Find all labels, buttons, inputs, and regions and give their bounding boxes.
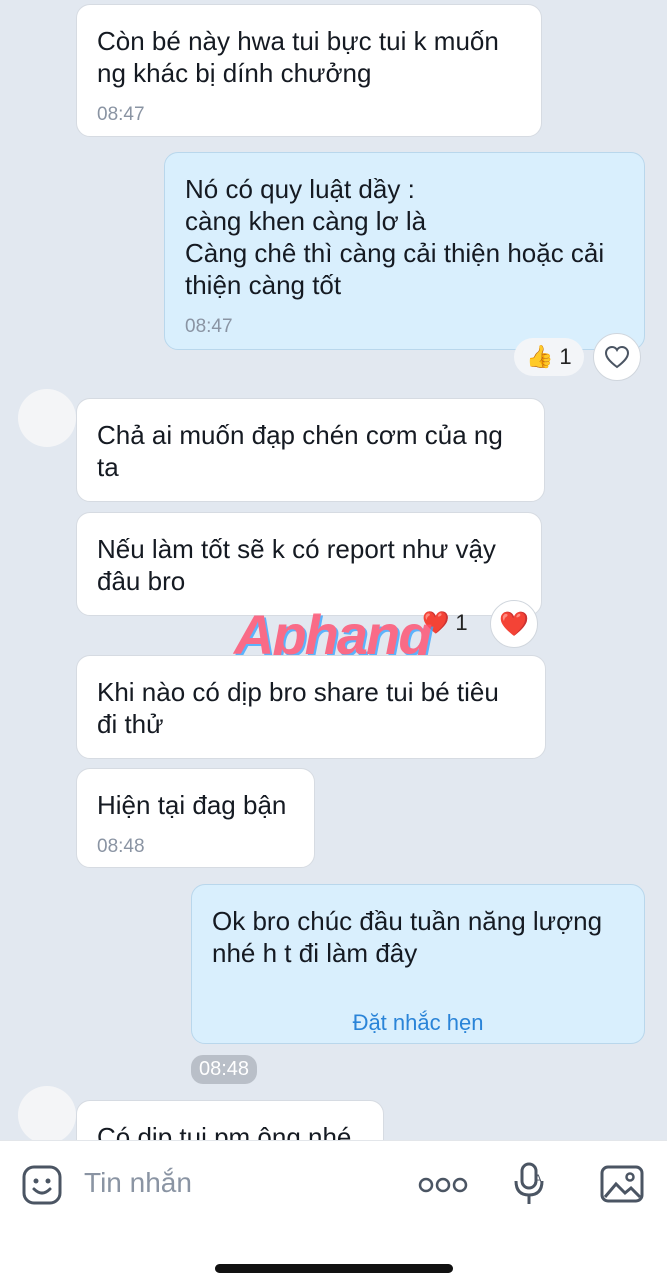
composer-bar (0, 1140, 667, 1281)
message-text: Hiện tại đag bận (97, 790, 287, 820)
image-icon[interactable] (598, 1162, 646, 1206)
message-thread[interactable]: Còn bé này hwa tui bực tui k muốn ng khá… (0, 0, 667, 1140)
svg-text:A: A (534, 1172, 542, 1186)
thumbs-up-icon: 👍 (526, 344, 554, 369)
message-text: Nó có quy luật dầy : càng khen càng lơ l… (185, 174, 605, 300)
message-bubble[interactable]: Còn bé này hwa tui bực tui k muốn ng khá… (76, 4, 542, 137)
react-button[interactable] (593, 333, 641, 381)
heart-outline-icon (604, 345, 630, 369)
avatar[interactable] (18, 389, 76, 447)
message-text: Còn bé này hwa tui bực tui k muốn ng khá… (97, 26, 499, 88)
sticker-icon[interactable] (20, 1163, 64, 1207)
message-input[interactable]: Tin nhắn (84, 1167, 192, 1199)
react-button[interactable]: ❤️ (490, 600, 538, 648)
reaction-count: 1 (455, 610, 468, 635)
avatar[interactable] (18, 1086, 76, 1140)
voice-to-text-icon[interactable]: A (510, 1160, 550, 1208)
message-time: 08:48 (97, 836, 145, 857)
message-text: Khi nào có dịp bro share tui bé tiêu đi … (97, 677, 499, 739)
reaction-summary[interactable]: 👍 1 (514, 338, 584, 376)
message-time: 08:47 (97, 104, 145, 125)
message-bubble[interactable]: Hiện tại đag bận 08:48 (76, 768, 315, 868)
message-bubble[interactable]: Nếu làm tốt sẽ k có report như vậy đâu b… (76, 512, 542, 616)
time-chip: 08:48 (191, 1055, 258, 1084)
message-bubble[interactable]: Nó có quy luật dầy : càng khen càng lơ l… (164, 152, 645, 350)
message-text: Ok bro chúc đầu tuần năng lượng nhé h t … (212, 906, 603, 968)
heart-icon: ❤️ (499, 610, 529, 638)
home-indicator (215, 1264, 453, 1273)
message-text: Có dịp tui pm ông nhé (97, 1122, 352, 1140)
message-text: Nếu làm tốt sẽ k có report như vậy đâu b… (97, 534, 496, 596)
more-icon[interactable] (418, 1170, 468, 1200)
set-reminder-link[interactable]: Đặt nhắc hẹn (192, 1007, 644, 1039)
message-bubble[interactable]: Ok bro chúc đầu tuần năng lượng nhé h t … (191, 884, 645, 1044)
message-bubble[interactable]: Chả ai muốn đạp chén cơm của ng ta (76, 398, 545, 502)
message-bubble[interactable]: Khi nào có dịp bro share tui bé tiêu đi … (76, 655, 546, 759)
message-bubble[interactable]: Có dịp tui pm ông nhé (76, 1100, 384, 1140)
reaction-count: 1 (559, 344, 572, 369)
message-text: Chả ai muốn đạp chén cơm của ng ta (97, 420, 503, 482)
